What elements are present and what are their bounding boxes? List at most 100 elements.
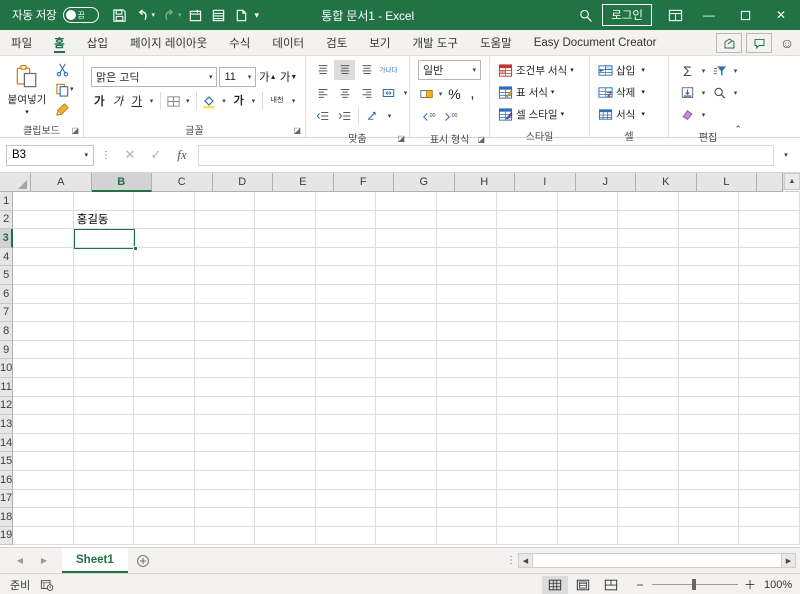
column-header-b[interactable]: B [91,173,152,192]
cell-A3[interactable] [13,229,74,248]
cell-B18[interactable] [73,508,135,527]
cell-C7[interactable] [134,303,195,323]
delete-cells-button[interactable]: 삭제 ▾ [598,82,645,102]
cell-partial-16[interactable] [739,470,800,490]
sort-filter-chevron-down-icon[interactable]: ▾ [730,60,741,81]
cell-J18[interactable] [557,508,619,527]
cell-G17[interactable] [376,489,437,509]
row-header-1[interactable]: 1 [0,192,14,211]
cell-D15[interactable] [194,452,256,471]
cell-H7[interactable] [436,303,498,323]
phonetic-chevron-down-icon[interactable]: ▾ [289,91,298,112]
cell-H17[interactable] [436,489,498,509]
zoom-in-button[interactable]: ＋ [744,576,756,593]
cell-I6[interactable] [497,284,558,304]
tab-view[interactable]: 보기 [358,30,401,55]
cell-D9[interactable] [194,340,256,360]
increase-indent-icon[interactable] [334,106,355,126]
cell-I16[interactable] [497,470,558,490]
cell-L1[interactable] [678,192,740,211]
align-left-icon[interactable] [312,83,333,103]
row-header-8[interactable]: 8 [0,322,14,341]
cell-L8[interactable] [678,322,740,341]
cell-I12[interactable] [497,396,558,416]
tab-review[interactable]: 검토 [315,30,358,55]
cell-L6[interactable] [678,284,740,304]
cell-F16[interactable] [315,470,377,490]
cell-H16[interactable] [436,470,498,490]
cell-L12[interactable] [678,396,740,416]
bold-icon[interactable]: 가 [91,91,108,112]
page-layout-view-button[interactable] [570,576,596,594]
cell-partial-3[interactable] [739,229,800,248]
cell-E4[interactable] [255,247,316,267]
row-header-16[interactable]: 16 [0,470,14,490]
add-sheet-icon[interactable] [128,554,158,568]
zoom-slider-thumb[interactable] [692,579,696,590]
cell-F13[interactable] [315,415,377,434]
cell-J7[interactable] [557,303,619,323]
cell-styles-button[interactable]: 셀 스타일 ▾ [498,104,574,124]
cell-I10[interactable] [497,359,558,378]
sign-in-button[interactable]: 로그인 [602,4,652,26]
cell-K4[interactable] [618,247,679,267]
paste-button[interactable]: 붙여넣기 ▾ [4,63,50,116]
cell-F7[interactable] [315,303,377,323]
cell-K18[interactable] [618,508,679,527]
rows-icon[interactable] [208,3,230,27]
cell-J6[interactable] [557,284,619,304]
row-header-18[interactable]: 18 [0,508,14,527]
cell-H11[interactable] [436,377,498,397]
clipboard-dialog-launcher[interactable]: ◪ [71,126,79,135]
cell-I11[interactable] [497,377,558,397]
cell-J12[interactable] [557,396,619,416]
row-header-12[interactable]: 12 [0,396,14,416]
row-header-15[interactable]: 15 [0,452,14,471]
cell-L18[interactable] [678,508,740,527]
cell-E13[interactable] [255,415,316,434]
cell-K11[interactable] [618,377,679,397]
cell-H14[interactable] [436,433,498,453]
scroll-left-arrow-icon[interactable]: ◀ [518,553,533,568]
cell-A13[interactable] [13,415,74,434]
cell-C11[interactable] [134,377,195,397]
cell-G14[interactable] [376,433,437,453]
cell-L17[interactable] [678,489,740,509]
cell-partial-5[interactable] [739,266,800,285]
tab-page-layout[interactable]: 페이지 레이아웃 [119,30,218,55]
cell-B5[interactable] [73,266,135,285]
cell-B10[interactable] [73,359,135,378]
scroll-right-arrow-icon[interactable]: ▶ [781,553,796,568]
autosave-toggle[interactable]: 끔 [62,7,99,23]
cell-D8[interactable] [194,322,256,341]
insert-cells-chevron-down-icon[interactable]: ▾ [641,66,645,74]
cell-A16[interactable] [13,470,74,490]
undo-icon[interactable] [132,3,154,27]
cell-partial-7[interactable] [739,303,800,323]
fill-color-chevron-down-icon[interactable]: ▾ [220,91,229,112]
cell-B4[interactable] [73,247,135,267]
cell-G10[interactable] [376,359,437,378]
cell-F17[interactable] [315,489,377,509]
cell-J15[interactable] [557,452,619,471]
cell-D4[interactable] [194,247,256,267]
cell-H18[interactable] [436,508,498,527]
cell-L3[interactable] [678,229,740,248]
cell-H9[interactable] [436,340,498,360]
cell-J4[interactable] [557,247,619,267]
cell-I7[interactable] [497,303,558,323]
cell-L9[interactable] [678,340,740,360]
normal-view-button[interactable] [542,575,568,594]
accessibility-check-icon[interactable] [40,578,54,592]
cell-L14[interactable] [678,433,740,453]
cell-K10[interactable] [618,359,679,378]
cell-K2[interactable] [618,210,679,230]
cell-K14[interactable] [618,433,679,453]
row-header-6[interactable]: 6 [0,284,14,304]
cell-C15[interactable] [134,452,195,471]
cell-C13[interactable] [134,415,195,434]
row-header-19[interactable]: 19 [0,526,14,546]
cell-B1[interactable] [73,192,135,211]
cell-C12[interactable] [134,396,195,416]
save-icon[interactable] [109,3,131,27]
